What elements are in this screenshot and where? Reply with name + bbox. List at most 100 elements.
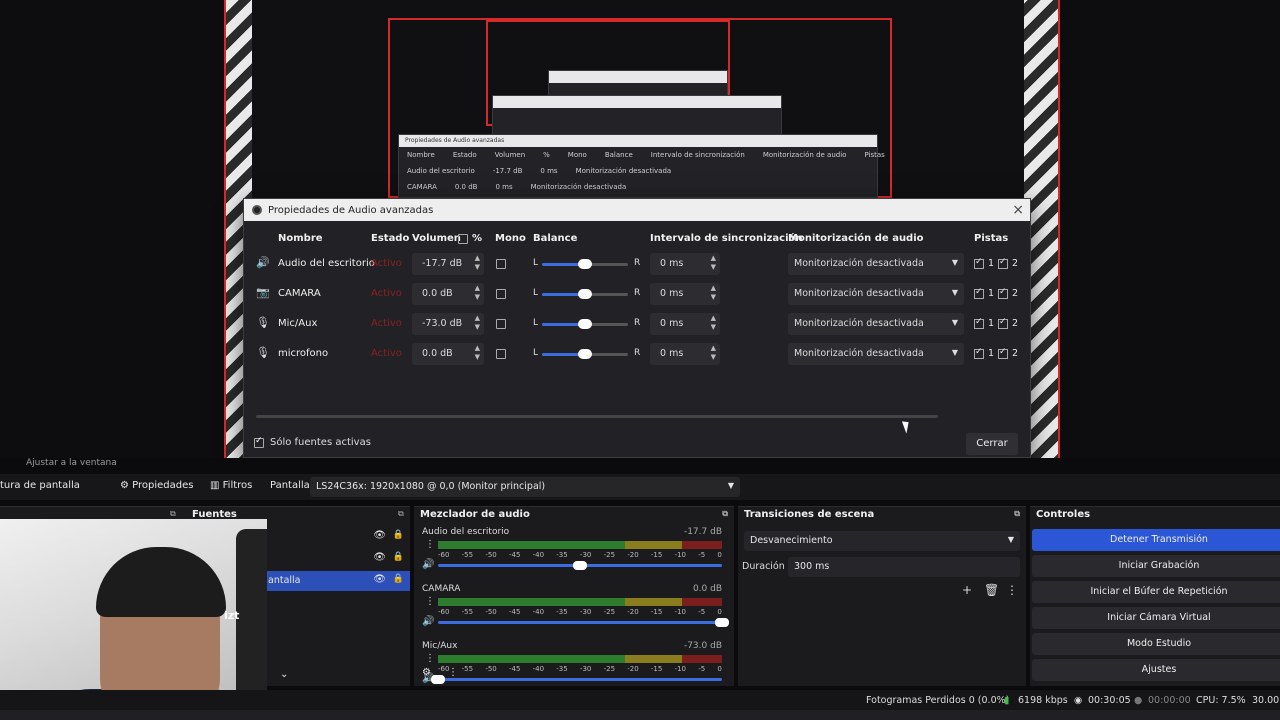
mono-checkbox[interactable]	[496, 319, 506, 329]
eye-icon[interactable]: 👁	[373, 552, 386, 563]
lock-icon[interactable]: 🔒	[393, 574, 404, 584]
display-select[interactable]: LS24C36x: 1920x1080 @ 0,0 (Monitor princ…	[310, 477, 740, 497]
monitoring-select[interactable]: Monitorización desactivada ▼	[788, 343, 964, 365]
lock-icon[interactable]: 🔒	[393, 552, 404, 562]
meter-tick: -20	[627, 665, 639, 673]
spin-arrows-icon[interactable]: ▲ ▼	[711, 254, 716, 272]
only-active-option[interactable]: Sólo fuentes activas	[254, 436, 371, 448]
spin-arrows-icon[interactable]: ▲ ▼	[711, 314, 716, 332]
balance-slider[interactable]	[542, 319, 628, 329]
dock-pin-icon[interactable]: ⧉	[398, 509, 404, 519]
monitoring-select[interactable]: Monitorización desactivada ▼	[788, 313, 964, 335]
dock-pin-icon[interactable]: ⧉	[722, 509, 728, 519]
dropped-frames: Fotogramas Perdidos 0 (0.0%)	[866, 695, 1010, 706]
source-item-selected[interactable]: antalla 👁 🔒	[266, 571, 410, 591]
speaker-icon[interactable]: 🔊	[422, 559, 434, 570]
menu-dots-icon[interactable]: ⋮	[448, 667, 458, 678]
monitoring-select[interactable]: Monitorización desactivada ▼	[788, 253, 964, 275]
volume-spinbox[interactable]: 0.0 dB ▲ ▼	[412, 343, 484, 365]
track-checkbox[interactable]	[974, 317, 984, 329]
mono-checkbox[interactable]	[496, 349, 506, 359]
studio-mode-button[interactable]: Modo Estudio	[1032, 633, 1280, 655]
track-checkbox[interactable]	[974, 287, 984, 299]
menu-dots-icon[interactable]: ⋮	[1006, 583, 1018, 597]
volume-slider[interactable]	[438, 618, 729, 627]
balance-left-label: L	[533, 318, 539, 328]
volume-spinbox[interactable]: -73.0 dB ▲ ▼	[412, 313, 484, 335]
source-item[interactable]: 👁 🔒	[266, 527, 410, 547]
transition-select[interactable]: Desvanecimiento ▼	[744, 531, 1020, 551]
filters-button[interactable]: ▥ Filtros	[210, 480, 252, 491]
track-checkbox[interactable]	[998, 287, 1009, 299]
dialog-titlebar[interactable]: Propiedades de Audio avanzadas ×	[244, 199, 1030, 221]
trash-icon[interactable]: 🗑	[984, 583, 999, 597]
track-checkbox[interactable]	[998, 347, 1009, 359]
monitoring-select[interactable]: Monitorización desactivada ▼	[788, 283, 964, 305]
spin-arrows-icon[interactable]: ▲ ▼	[711, 344, 716, 362]
close-icon[interactable]: ×	[1012, 202, 1024, 218]
track-checkbox[interactable]	[998, 257, 1009, 269]
percent-checkbox[interactable]	[458, 234, 468, 244]
eye-icon[interactable]: 👁	[373, 574, 386, 585]
add-icon[interactable]: +	[962, 583, 972, 597]
only-active-checkbox[interactable]	[254, 436, 264, 448]
volume-handle[interactable]	[573, 561, 587, 570]
mono-checkbox[interactable]	[496, 289, 506, 299]
balance-handle[interactable]	[578, 319, 592, 329]
mono-checkbox[interactable]	[496, 259, 506, 269]
balance-slider[interactable]	[542, 289, 628, 299]
volume-handle[interactable]	[715, 618, 729, 627]
nested-cell: CAMARA	[407, 183, 437, 191]
balance-slider[interactable]	[542, 259, 628, 269]
start-recording-button[interactable]: Iniciar Grabación	[1032, 555, 1280, 577]
settings-button[interactable]: Ajustes	[1032, 659, 1280, 681]
balance-slider[interactable]	[542, 349, 628, 359]
bitrate: 6198 kbps	[1018, 695, 1068, 706]
duration-input[interactable]: 300 ms	[788, 557, 1020, 577]
meter-tick: -35	[556, 551, 568, 559]
replay-buffer-button[interactable]: Iniciar el Búfer de Repetición	[1032, 581, 1280, 603]
balance-handle[interactable]	[578, 349, 592, 359]
dock-pin-icon[interactable]: ⧉	[170, 509, 176, 519]
track-checkbox[interactable]	[998, 317, 1009, 329]
eye-icon[interactable]: 👁	[373, 530, 386, 541]
speaker-icon[interactable]: 🔊	[422, 616, 434, 627]
source-state: Activo	[371, 288, 402, 299]
dock-pin-icon[interactable]: ⧉	[1014, 509, 1020, 519]
preview-canvas[interactable]: Propiedades de Audio avanzadas Nombre Es…	[0, 0, 1280, 458]
menu-dots-icon[interactable]: ⋮	[425, 596, 435, 607]
source-item[interactable]: 👁 🔒	[266, 549, 410, 569]
spin-arrows-icon[interactable]: ▲ ▼	[711, 284, 716, 302]
spin-arrows-icon[interactable]: ▲ ▼	[475, 344, 480, 362]
properties-button[interactable]: ⚙ Propiedades	[120, 480, 193, 491]
gear-icon[interactable]: ⚙	[422, 667, 431, 678]
track-checkbox[interactable]	[974, 257, 984, 269]
volume-slider[interactable]	[431, 675, 722, 684]
close-button[interactable]: Cerrar	[966, 433, 1018, 455]
advanced-audio-dialog: Propiedades de Audio avanzadas × Nombre …	[243, 198, 1031, 458]
balance-handle[interactable]	[578, 289, 592, 299]
spin-arrows-icon[interactable]: ▲ ▼	[475, 284, 480, 302]
track-checkbox[interactable]	[974, 347, 984, 359]
lock-icon[interactable]: 🔒	[393, 530, 404, 540]
chevron-down-icon[interactable]: ⌄	[280, 669, 288, 680]
menu-dots-icon[interactable]: ⋮	[425, 653, 435, 664]
volume-spinbox[interactable]: -17.7 dB ▲ ▼	[412, 253, 484, 275]
spin-arrows-icon[interactable]: ▲ ▼	[475, 314, 480, 332]
sync-offset-spinbox[interactable]: 0 ms ▲ ▼	[650, 253, 720, 275]
meter-tick: -50	[485, 551, 497, 559]
menu-dots-icon[interactable]: ⋮	[425, 539, 435, 550]
volume-slider[interactable]	[438, 561, 722, 570]
meter-tick: -5	[698, 551, 706, 559]
sync-offset-spinbox[interactable]: 0 ms ▲ ▼	[650, 313, 720, 335]
volume-spinbox[interactable]: 0.0 dB ▲ ▼	[412, 283, 484, 305]
fit-to-window-label[interactable]: Ajustar a la ventana	[26, 458, 117, 468]
sync-offset-spinbox[interactable]: 0 ms ▲ ▼	[650, 283, 720, 305]
horizontal-scrollbar[interactable]	[256, 415, 938, 418]
stop-streaming-button[interactable]: Detener Transmisión	[1032, 529, 1280, 551]
virtual-camera-button[interactable]: Iniciar Cámara Virtual	[1032, 607, 1280, 629]
volume-handle[interactable]	[431, 675, 445, 684]
balance-handle[interactable]	[578, 259, 592, 269]
spin-arrows-icon[interactable]: ▲ ▼	[475, 254, 480, 272]
sync-offset-spinbox[interactable]: 0 ms ▲ ▼	[650, 343, 720, 365]
